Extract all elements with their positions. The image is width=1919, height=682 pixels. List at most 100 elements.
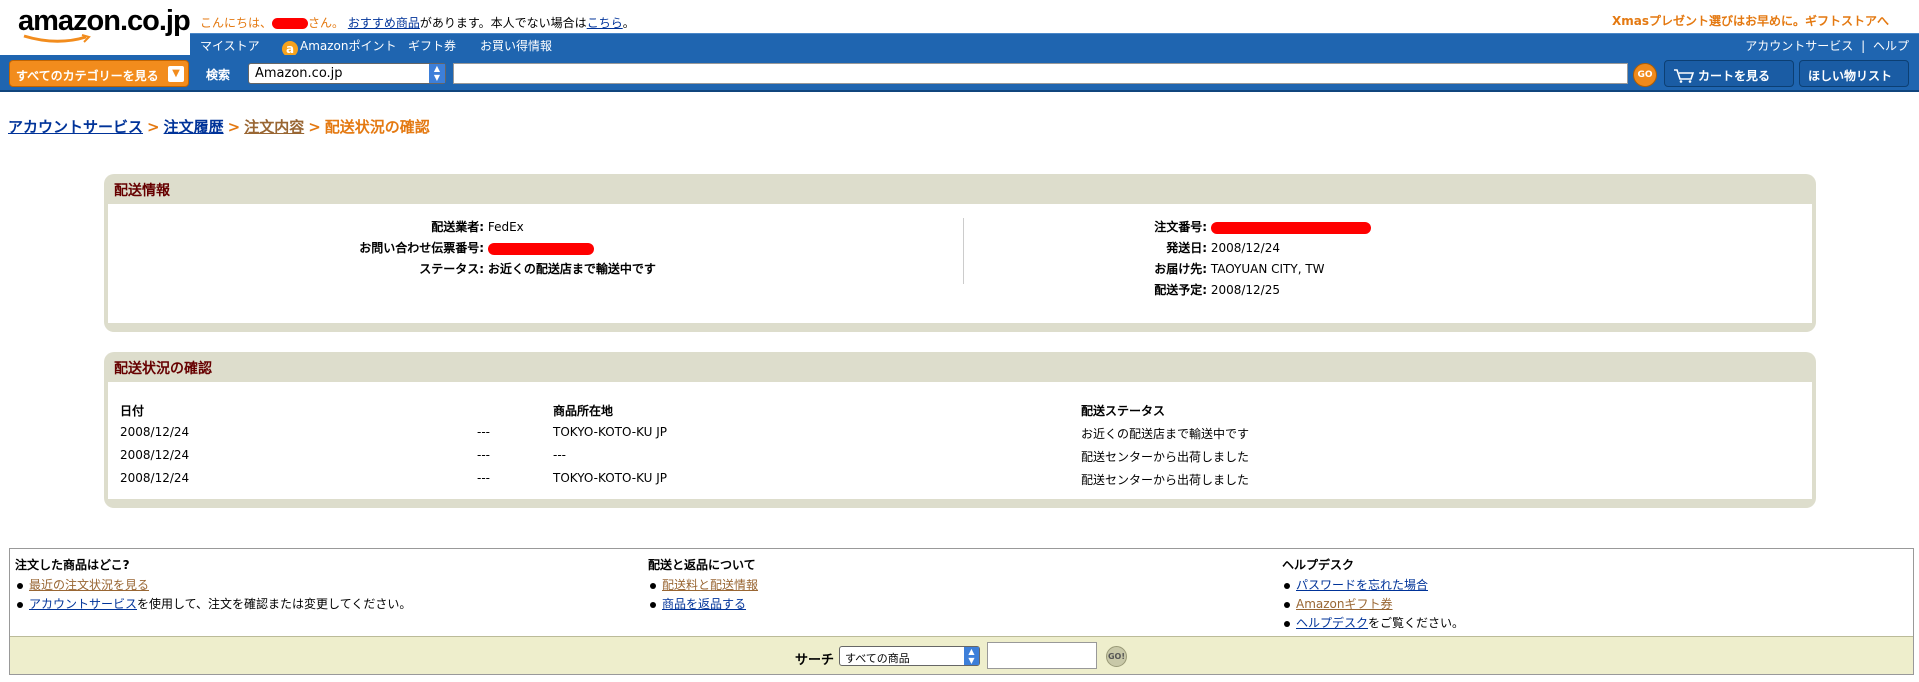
gift-card-link[interactable]: Amazonギフト券 [1296,597,1393,611]
column-header-date: 日付 [120,404,145,418]
footer-shipping-title: 配送と返品について [648,558,756,572]
list-item: パスワードを忘れた場合 [1282,576,1464,595]
recommend-link[interactable]: おすすめ商品 [348,16,420,30]
destination-row: お届け先: TAOYUAN CITY, TW [108,260,1325,277]
row-dash: --- [477,448,490,462]
select-arrows-icon: ▲ ▼ [429,64,445,83]
ship-date-label: 発送日: [1166,241,1207,255]
search-go-button[interactable]: GO [1633,63,1657,87]
footer-search-input[interactable] [987,642,1097,669]
footer-search-select-value: すべての商品 [845,652,910,665]
amazon-logo[interactable]: amazon.co.jp [18,5,191,46]
breadcrumb-separator: > [308,118,321,136]
breadcrumb: アカウントサービス > 注文履歴 > 注文内容 > 配送状況の確認 [8,116,430,137]
order-number-label: 注文番号: [1154,220,1207,234]
list-item: 商品を返品する [648,595,758,614]
search-category-value: Amazon.co.jp [255,66,343,81]
nav-my-store[interactable]: マイストア [200,37,260,54]
table-row: 2008/12/24 --- TOKYO-KOTO-KU JP お近くの配送店ま… [108,425,1812,447]
all-categories-button[interactable]: すべてのカテゴリーを見る ▼ [9,60,189,87]
nav-separator: | [1861,39,1866,53]
table-row: 2008/12/24 --- TOKYO-KOTO-KU JP 配送センターから… [108,471,1812,493]
tracking-table: 日付 商品所在地 配送ステータス 2008/12/24 --- TOKYO-KO… [108,382,1812,499]
breadcrumb-separator: > [227,118,241,136]
nav-deals[interactable]: お買い得情報 [480,37,552,54]
nav-help[interactable]: ヘルプ [1873,39,1909,53]
greeting-middle: があります。本人でない場合は [419,16,587,30]
cart-icon [1674,69,1695,83]
footer-search: サーチ すべての商品 ▲ ▼ GO! [10,636,1913,674]
nav-amazon-points-label: Amazonポイント [300,39,397,53]
help-desk-link[interactable]: ヘルプデスク [1296,616,1368,630]
footer-search-go-button[interactable]: GO! [1106,646,1127,667]
footer-links: 注文した商品はどこ? 最近の注文状況を見る アカウントサービスを使用して、注文を… [10,549,1913,636]
eta-row: 配送予定: 2008/12/25 [108,281,1280,298]
list-item: ヘルプデスクをご覧ください。 [1282,614,1464,633]
view-cart-button[interactable]: カートを見る [1664,60,1794,87]
row-date: 2008/12/24 [120,425,190,439]
breadcrumb-account-service[interactable]: アカウントサービス [8,118,143,136]
view-cart-label: カートを見る [1698,69,1771,83]
footer-help-title: ヘルプデスク [1282,558,1355,572]
row-location: TOKYO-KOTO-KU JP [553,425,668,439]
gift-store-promo-link[interactable]: Xmasプレゼント選びはお早めに。ギフトストアへ [1612,12,1889,29]
redacted-order-number [1210,221,1371,234]
recent-orders-link[interactable]: 最近の注文状況を見る [29,578,149,592]
footer-account-service-text: を使用して、注文を確認または変更してください。 [137,597,412,611]
search-category-select[interactable]: Amazon.co.jp ▲ ▼ [248,63,446,84]
row-date: 2008/12/24 [120,448,190,462]
footer-account-service-link[interactable]: アカウントサービス [29,597,137,611]
forgot-password-link[interactable]: パスワードを忘れた場合 [1296,578,1428,592]
wishlist-button[interactable]: ほしい物リスト [1799,60,1909,87]
footer-search-label: サーチ [795,653,835,668]
footer-help-list: パスワードを忘れた場合 Amazonギフト券 ヘルプデスクをご覧ください。 [1282,576,1464,633]
ship-date-value: 2008/12/24 [1210,241,1280,255]
column-header-status: 配送ステータス [1081,404,1166,418]
breadcrumb-order-details[interactable]: 注文内容 [244,118,304,136]
shipping-rates-link[interactable]: 配送料と配送情報 [662,578,758,592]
greeting: こんにちは、 さん。 おすすめ商品があります。本人でない場合はこちら。 [200,14,635,31]
destination-value: TAOYUAN CITY, TW [1210,262,1325,276]
not-you-link[interactable]: こちら [587,16,623,30]
search-bar: すべてのカテゴリーを見る ▼ 検索 Amazon.co.jp ▲ ▼ GO カート… [0,55,1919,92]
nav-amazon-points[interactable]: a Amazonポイント [282,37,397,57]
list-item: 最近の注文状況を見る [15,576,411,595]
chevron-down-icon: ▼ [168,66,184,82]
return-items-link[interactable]: 商品を返品する [662,597,746,611]
footer-orders-title: 注文した商品はどこ? [15,558,130,572]
breadcrumb-separator: > [147,118,160,136]
smile-arrow-icon [23,34,91,43]
list-item: アカウントサービスを使用して、注文を確認または変更してください。 [15,595,411,614]
shipping-info-title: 配送情報 [114,183,170,199]
footer: 注文した商品はどこ? 最近の注文状況を見る アカウントサービスを使用して、注文を… [9,548,1914,675]
list-item: Amazonギフト券 [1282,595,1464,614]
breadcrumb-order-history[interactable]: 注文履歴 [164,118,224,136]
greeting-san: さん。 [308,16,345,30]
footer-col-orders: 注文した商品はどこ? 最近の注文状況を見る アカウントサービスを使用して、注文を… [15,556,411,614]
tracking-status-title: 配送状況の確認 [114,361,212,377]
shipping-info-body: 配送業者: FedEx お問い合わせ伝票番号: ステータス: お近くの配送店まで… [108,204,1812,323]
row-dash: --- [477,425,490,439]
eta-value: 2008/12/25 [1210,283,1280,297]
row-status: 配送センターから出荷しました [1081,450,1250,464]
nav-gift-card[interactable]: ギフト券 [408,37,456,54]
breadcrumb-current: 配送状況の確認 [324,118,430,136]
nav-right: アカウントサービス | ヘルプ [1745,37,1909,54]
search-input[interactable] [453,63,1628,84]
header: amazon.co.jp こんにちは、 さん。 おすすめ商品があります。本人でない… [0,0,1919,92]
logo-text: amazon.co.jp [18,5,191,37]
eta-label: 配送予定: [1154,283,1207,297]
row-location: TOKYO-KOTO-KU JP [553,471,668,485]
greeting-end: 。 [622,16,635,30]
nav-account-service[interactable]: アカウントサービス [1745,39,1853,53]
help-desk-text: をご覧ください。 [1368,616,1465,630]
tracking-status-panel: 配送状況の確認 日付 商品所在地 配送ステータス 2008/12/24 --- … [104,352,1816,508]
greeting-hello: こんにちは、 [200,16,273,30]
destination-label: お届け先: [1154,262,1207,276]
footer-col-help: ヘルプデスク パスワードを忘れた場合 Amazonギフト券 ヘルプデスクをご覧く… [1282,556,1464,633]
footer-search-select[interactable]: すべての商品 ▲ ▼ [839,646,980,666]
select-arrows-icon: ▲ ▼ [964,647,979,665]
shipping-info-panel: 配送情報 配送業者: FedEx お問い合わせ伝票番号: ステータス: お近くの… [104,174,1816,332]
nav-bar: マイストア a Amazonポイント ギフト券 お買い得情報 アカウントサービス … [190,33,1919,57]
footer-shipping-list: 配送料と配送情報 商品を返品する [648,576,758,614]
